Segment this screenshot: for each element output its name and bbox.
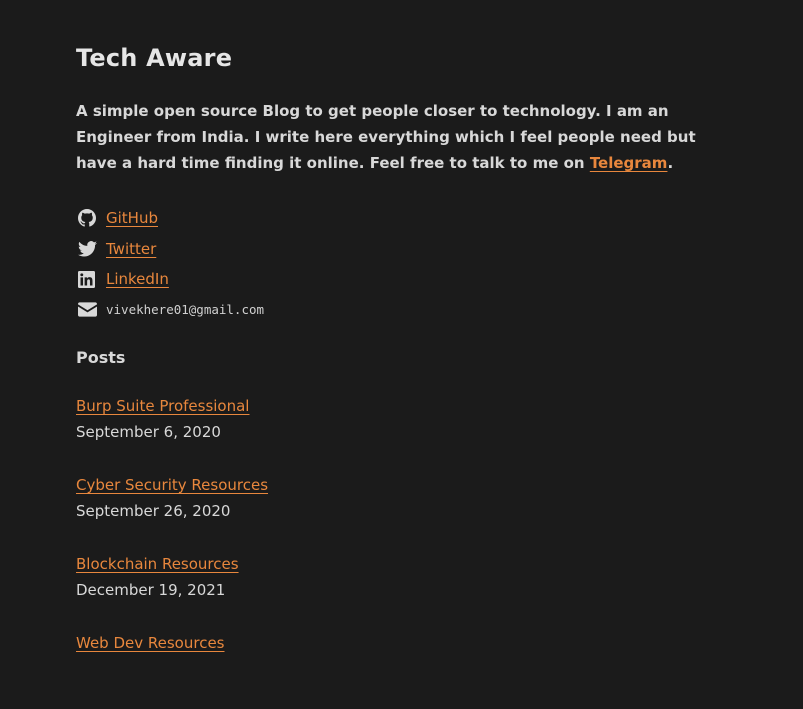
- social-item-linkedin: LinkedIn: [76, 264, 264, 295]
- posts-heading: Posts: [76, 348, 126, 367]
- github-icon: [78, 207, 100, 229]
- list-item: Blockchain Resources December 19, 2021: [76, 551, 268, 630]
- list-item: Burp Suite Professional September 6, 202…: [76, 393, 268, 472]
- twitter-icon: [78, 238, 100, 260]
- social-item-email: vivekhere01@gmail.com: [76, 295, 264, 326]
- github-link[interactable]: GitHub: [106, 209, 158, 227]
- posts-list: Burp Suite Professional September 6, 202…: [76, 393, 268, 709]
- linkedin-icon: [78, 268, 100, 290]
- list-item: Cyber Security Resources September 26, 2…: [76, 472, 268, 551]
- post-date: September 6, 2020: [76, 423, 221, 441]
- site-title: Tech Aware: [76, 44, 233, 72]
- post-title-link[interactable]: Cyber Security Resources: [76, 472, 268, 498]
- post-title-link[interactable]: Burp Suite Professional: [76, 393, 268, 419]
- post-title-link[interactable]: Web Dev Resources: [76, 630, 268, 656]
- post-date: September 26, 2020: [76, 502, 231, 520]
- social-item-github: GitHub: [76, 203, 264, 234]
- post-date: December 19, 2021: [76, 581, 226, 599]
- linkedin-link[interactable]: LinkedIn: [106, 270, 169, 288]
- twitter-link[interactable]: Twitter: [106, 240, 156, 258]
- envelope-icon: [78, 299, 100, 321]
- site-bio: A simple open source Blog to get people …: [76, 98, 726, 176]
- bio-end: .: [667, 154, 674, 172]
- telegram-link[interactable]: Telegram: [590, 154, 668, 172]
- post-title-link[interactable]: Blockchain Resources: [76, 551, 268, 577]
- list-item: Web Dev Resources: [76, 630, 268, 709]
- social-links: GitHub Twitter LinkedIn vivekhere01@gmai…: [76, 203, 264, 325]
- email-address[interactable]: vivekhere01@gmail.com: [106, 302, 264, 317]
- social-item-twitter: Twitter: [76, 234, 264, 265]
